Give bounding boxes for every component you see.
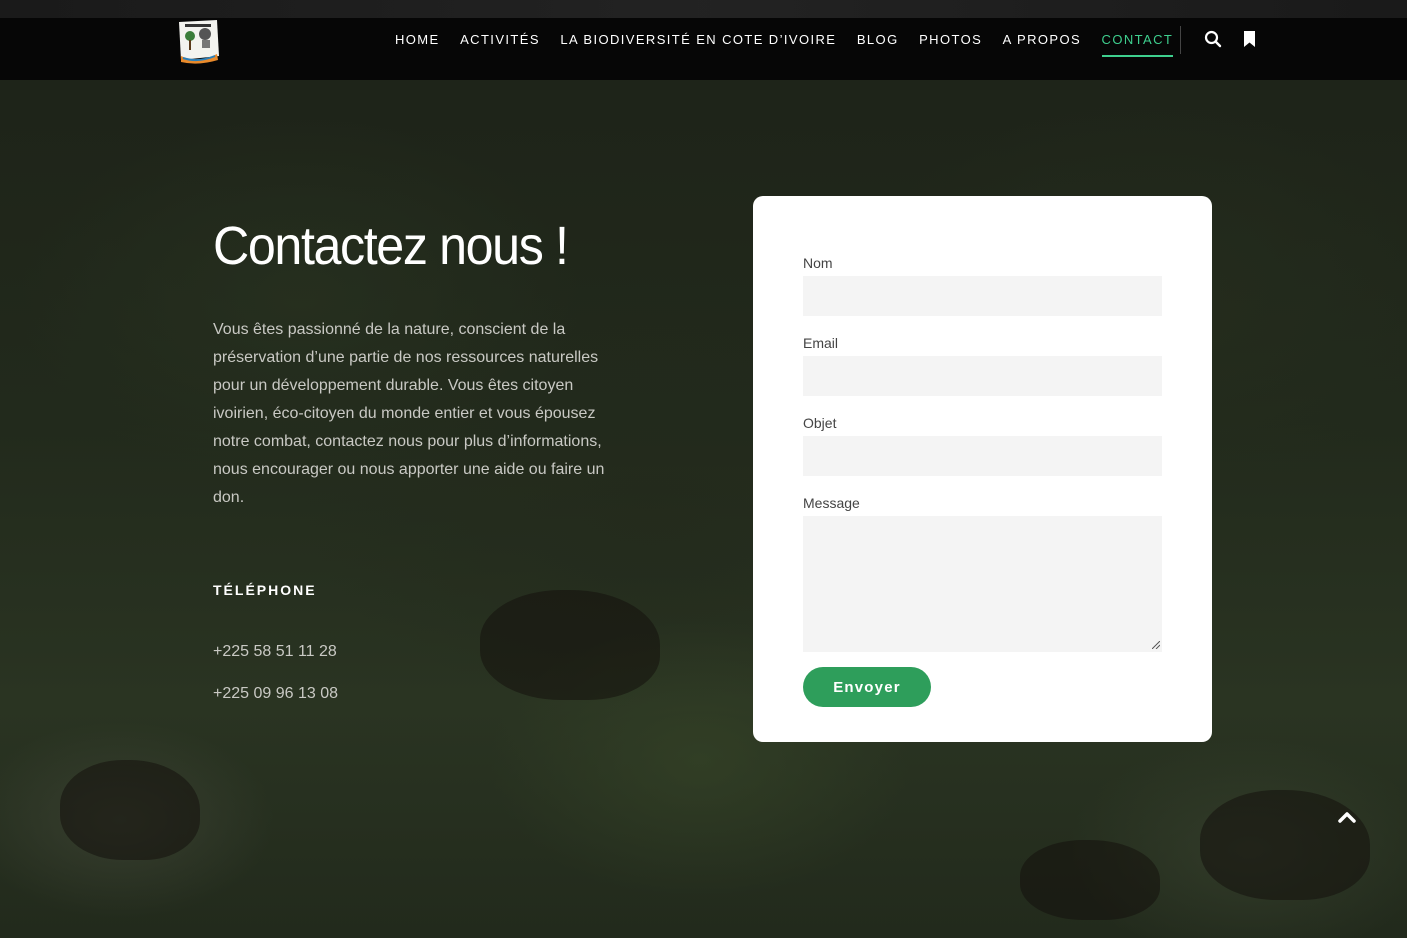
nav-item-contact[interactable]: CONTACT xyxy=(1101,30,1174,57)
nav-item-blog[interactable]: BLOG xyxy=(857,30,899,57)
bookmark-icon[interactable] xyxy=(1241,30,1259,48)
submit-button[interactable]: Envoyer xyxy=(803,667,931,707)
message-label: Message xyxy=(803,495,860,511)
nav-item-home[interactable]: HOME xyxy=(395,30,440,57)
name-label: Nom xyxy=(803,255,833,271)
name-field[interactable] xyxy=(803,276,1162,316)
subject-field[interactable] xyxy=(803,436,1162,476)
contact-form: Nom Email Objet Message Envoyer xyxy=(753,196,1212,742)
intro-text: Vous êtes passionné de la nature, consci… xyxy=(213,321,605,506)
subject-label: Objet xyxy=(803,415,837,431)
resize-grip-icon[interactable] xyxy=(1152,641,1160,649)
page-title: Contactez nous ! xyxy=(213,216,569,276)
scroll-to-top-icon[interactable] xyxy=(1332,802,1362,832)
phone-number[interactable]: +225 09 96 13 08 xyxy=(213,685,613,703)
nav-item-a-propos[interactable]: A PROPOS xyxy=(1003,30,1081,57)
contact-page: HOME ACTIVITÉS LA BIODIVERSITÉ EN COTE D… xyxy=(0,0,1407,938)
top-navigation-bar: HOME ACTIVITÉS LA BIODIVERSITÉ EN COTE D… xyxy=(0,0,1407,80)
phone-number[interactable]: +225 58 51 11 28 xyxy=(213,643,613,661)
email-field[interactable] xyxy=(803,356,1162,396)
message-field[interactable] xyxy=(803,516,1162,652)
background-buffalo xyxy=(60,760,200,860)
nav-item-activites[interactable]: ACTIVITÉS xyxy=(460,30,540,57)
main-nav: HOME ACTIVITÉS LA BIODIVERSITÉ EN COTE D… xyxy=(395,30,1194,57)
nav-item-biodiversite[interactable]: LA BIODIVERSITÉ EN COTE D’IVOIRE xyxy=(560,30,836,57)
site-logo[interactable] xyxy=(175,16,221,64)
search-icon[interactable] xyxy=(1204,30,1222,48)
nav-item-photos[interactable]: PHOTOS xyxy=(919,30,982,57)
email-label: Email xyxy=(803,335,839,351)
nav-divider xyxy=(1180,26,1181,54)
phone-heading: TÉLÉPHONE xyxy=(213,582,317,598)
contact-info: Contactez nous ! Vous êtes passionné de … xyxy=(213,210,613,703)
background-buffalo xyxy=(1020,840,1160,920)
